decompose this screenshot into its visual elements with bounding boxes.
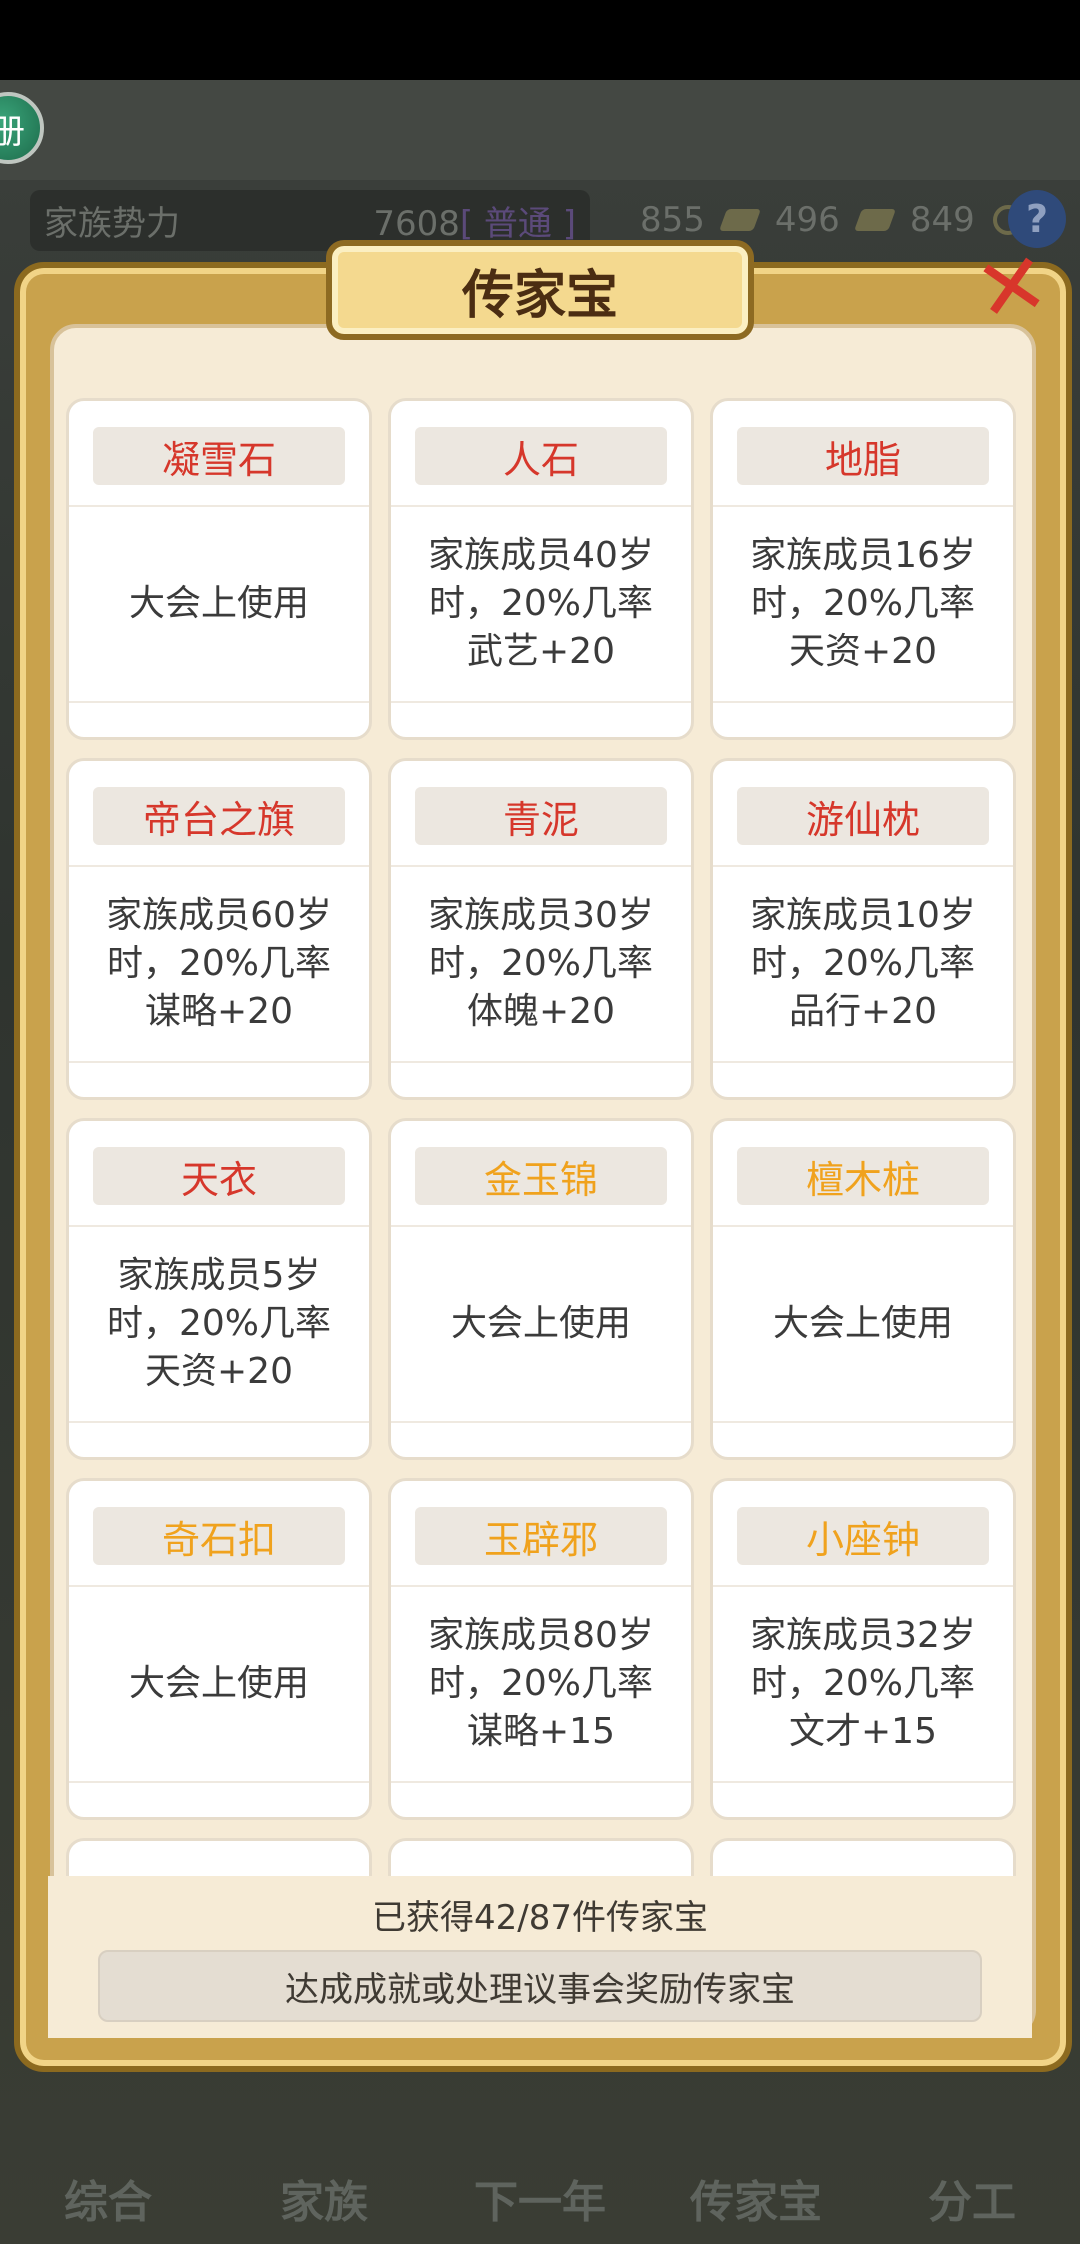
silver-ingot-icon	[718, 209, 761, 231]
heirloom-name: 游仙枕	[737, 787, 989, 845]
hint-banner: 达成成就或处理议事会奖励传家宝	[98, 1950, 982, 2022]
collected-count: 已获得42/87件传家宝	[372, 1898, 708, 1938]
heirloom-desc: 家族成员32岁 时，20%几率 文才+15	[750, 1615, 976, 1752]
heirloom-card[interactable]: 帝台之旗家族成员60岁 时，20%几率 谋略+20	[66, 758, 372, 1100]
heirloom-card[interactable]: 小座钟家族成员32岁 时，20%几率 文才+15	[710, 1478, 1016, 1820]
close-icon: ✕	[967, 232, 1057, 344]
heirloom-card-peek[interactable]	[388, 1838, 694, 1878]
close-button[interactable]: ✕	[952, 228, 1072, 348]
top-strip	[0, 80, 1080, 180]
nav-item-general[interactable]: 综合	[8, 2166, 208, 2230]
heirloom-name: 人石	[415, 427, 667, 485]
heirloom-name: 檀木桩	[737, 1147, 989, 1205]
nav-item-heirlooms[interactable]: 传家宝	[656, 2166, 856, 2230]
heirloom-name: 奇石扣	[93, 1507, 345, 1565]
next-row-peek	[66, 1838, 1016, 1878]
heirloom-card[interactable]: 游仙枕家族成员10岁 时，20%几率 品行+20	[710, 758, 1016, 1100]
heirloom-card[interactable]: 天衣家族成员5岁 时，20%几率 天资+20	[66, 1118, 372, 1460]
clan-value: 7608	[373, 203, 460, 244]
heirloom-desc: 大会上使用	[772, 1303, 953, 1344]
heirloom-desc: 家族成员10岁 时，20%几率 品行+20	[750, 895, 976, 1032]
heirloom-name: 凝雪石	[93, 427, 345, 485]
heirloom-card[interactable]: 奇石扣 大会上使用	[66, 1478, 372, 1820]
heirloom-card[interactable]: 金玉锦 大会上使用	[388, 1118, 694, 1460]
modal-title: 传家宝	[326, 240, 754, 340]
bottom-nav: 综合 家族 下一年 传家宝 分工	[0, 2080, 1080, 2244]
heirloom-name: 小座钟	[737, 1507, 989, 1565]
heirloom-card[interactable]: 人石家族成员40岁 时，20%几率 武艺+20	[388, 398, 694, 740]
heirloom-card[interactable]: 玉辟邪家族成员80岁 时，20%几率 谋略+15	[388, 1478, 694, 1820]
heirloom-card[interactable]: 地脂家族成员16岁 时，20%几率 天资+20	[710, 398, 1016, 740]
clan-label: 家族势力	[44, 203, 180, 244]
coin-value: 849	[909, 200, 975, 240]
iron-value: 496	[774, 200, 840, 240]
status-bar	[0, 0, 1080, 80]
heirloom-name: 地脂	[737, 427, 989, 485]
heirloom-name: 青泥	[415, 787, 667, 845]
heirloom-desc: 大会上使用	[128, 1663, 309, 1704]
nav-item-family[interactable]: 家族	[224, 2166, 424, 2230]
heirloom-name: 玉辟邪	[415, 1507, 667, 1565]
heirloom-desc: 家族成员30岁 时，20%几率 体魄+20	[428, 895, 654, 1032]
heirloom-card-peek[interactable]	[66, 1838, 372, 1878]
clan-rank: [ 普通 ]	[459, 203, 576, 244]
heirloom-desc: 大会上使用	[128, 583, 309, 624]
heirloom-card-peek[interactable]	[710, 1838, 1016, 1878]
heirloom-desc: 家族成员60岁 时，20%几率 谋略+20	[106, 895, 332, 1032]
nav-item-assignment[interactable]: 分工	[872, 2166, 1072, 2230]
heirloom-desc: 家族成员80岁 时，20%几率 谋略+15	[428, 1615, 654, 1752]
heirloom-desc: 家族成员16岁 时，20%几率 天资+20	[750, 535, 976, 672]
modal-footer: 已获得42/87件传家宝 达成成就或处理议事会奖励传家宝	[48, 1876, 1032, 2038]
silver-value: 855	[640, 200, 705, 240]
heirloom-desc: 大会上使用	[450, 1303, 631, 1344]
heirloom-grid: 凝雪石大会上使用 人石家族成员40岁 时，20%几率 武艺+20 地脂家族成员1…	[66, 398, 1016, 1820]
heirloom-card[interactable]: 青泥家族成员30岁 时，20%几率 体魄+20	[388, 758, 694, 1100]
heirloom-desc: 家族成员5岁 时，20%几率 天资+20	[106, 1255, 332, 1392]
avatar-glyph: 册	[0, 111, 25, 152]
heirloom-card[interactable]: 凝雪石 大会上使用	[66, 398, 372, 740]
heirloom-name: 帝台之旗	[93, 787, 345, 845]
heirloom-name: 金玉锦	[415, 1147, 667, 1205]
heirloom-desc: 家族成员40岁 时，20%几率 武艺+20	[428, 535, 654, 672]
iron-ingot-icon	[853, 209, 896, 231]
heirloom-name: 天衣	[93, 1147, 345, 1205]
heirloom-card[interactable]: 檀木桩 大会上使用	[710, 1118, 1016, 1460]
nav-item-next-year[interactable]: 下一年	[440, 2166, 640, 2230]
